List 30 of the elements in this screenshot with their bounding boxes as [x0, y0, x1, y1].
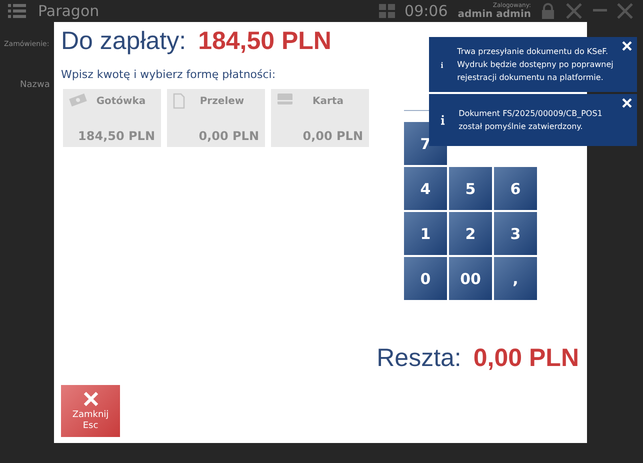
instruction-text: Wpisz kwotę i wybierz formę płatności: [61, 68, 277, 81]
menu-icon[interactable] [8, 4, 26, 18]
keypad-key[interactable]: 5 [449, 167, 492, 210]
change-label: Reszta: [376, 344, 462, 373]
user-name: admin admin [458, 8, 531, 20]
notification-text: Trwa przesyłanie dokumentu do KSeF. Wydruk będzie dostępny po poprawnej rejestracji dokumentu na platformie. [457, 46, 614, 84]
change-value: 0,00 PLN [473, 344, 579, 373]
notification-text: Dokument FS/2025/00009/CB_POS1 został pomyślnie zatwierdzony. [458, 108, 604, 133]
keypad-key[interactable]: 2 [449, 212, 492, 255]
banknote-icon [69, 93, 87, 107]
card-icon [277, 93, 293, 105]
keypad-key[interactable]: 1 [404, 212, 447, 255]
keypad-key[interactable]: , [494, 257, 537, 300]
close-button[interactable]: Zamknij Esc [61, 385, 120, 437]
keypad-key[interactable]: 4 [404, 167, 447, 210]
minimize-icon[interactable] [593, 9, 607, 13]
keypad-key[interactable]: 0 [404, 257, 447, 300]
info-icon [441, 112, 445, 128]
clock-time: 09:06 [404, 2, 448, 20]
keypad-key[interactable]: 00 [449, 257, 492, 300]
amount-due-value: 184,50 PLN [198, 27, 332, 56]
page-title: Paragon [38, 2, 100, 20]
column-header: Nazwa [20, 80, 50, 90]
keypad-key[interactable]: 6 [494, 167, 537, 210]
grid-icon[interactable] [378, 4, 395, 18]
lock-icon[interactable] [541, 3, 555, 19]
close-icon [82, 391, 98, 407]
document-icon [173, 93, 185, 109]
keypad-key[interactable]: 3 [494, 212, 537, 255]
amount-due-label: Do zapłaty: [61, 27, 186, 56]
